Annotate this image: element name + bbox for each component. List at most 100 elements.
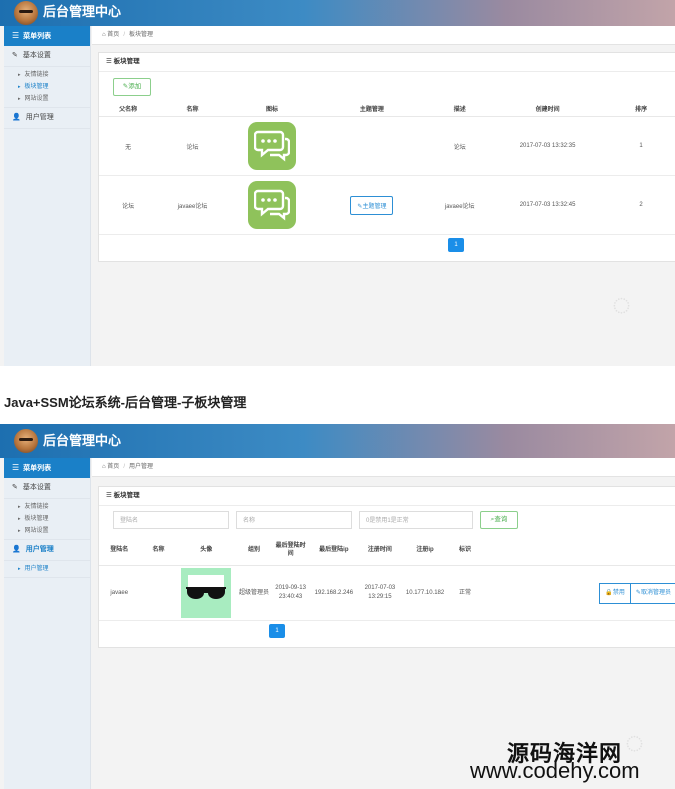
cell-reg-ip: 10.177.10.182 — [400, 565, 450, 621]
col-topic-mgmt: 主题管理 — [316, 100, 428, 117]
cell-order: 1 — [603, 116, 675, 176]
sunglasses-icon — [186, 575, 227, 599]
avatar-logo — [14, 429, 38, 453]
lock-icon: 🔒 — [605, 589, 613, 596]
cell-icon — [227, 175, 317, 235]
sidebar: ☰ 菜单列表 ✎ 基本设置 ▸ 友情链接 ▸ 板块管理 ▸ 网站设置 👤 用户管理 ▸ 用户管… — [4, 458, 91, 789]
name-input[interactable]: 名称 — [236, 511, 352, 529]
cell-order: 2 — [603, 175, 675, 235]
breadcrumb-current: 板块管理 — [128, 32, 153, 38]
cell-name: javaee论坛 — [157, 175, 228, 235]
col-icon: 图标 — [227, 100, 317, 117]
user-avatar — [181, 568, 232, 618]
breadcrumb-home[interactable]: 首页 — [107, 32, 119, 38]
menu-icon: ☰ — [12, 31, 20, 40]
menu-icon: ☰ — [12, 463, 20, 472]
cell-flag: 正常 — [449, 565, 481, 621]
col-reg-ip: 注册ip — [400, 535, 450, 566]
top-header: 后台管理中心 — [0, 424, 675, 458]
screenshot-forum-board-management: 后台管理中心 ☰ 菜单列表 ✎ 基本设置 ▸ 友情链接 ▸ 板块管理 ▸ 网站设置 👤 用户… — [0, 0, 675, 366]
query-button[interactable]: ⌕查询 — [480, 511, 518, 529]
sidebar-item-users[interactable]: ▸ 用户管理 — [4, 563, 90, 575]
edit-icon: ✎ — [12, 52, 18, 59]
breadcrumb-current: 用户管理 — [128, 464, 153, 470]
pagination-page-1[interactable]: 1 — [269, 624, 285, 638]
list-icon: ☰ — [106, 492, 114, 499]
col-last-login-ip: 最后登陆ip — [308, 535, 360, 566]
menu-list-header: ☰ 菜单列表 — [4, 26, 90, 46]
col-reg-time: 注册时间 — [359, 535, 401, 566]
board-panel: ☰ 板块管理 ✎添加 父名称 名称 图标 主题管理 描述 创建时间 排序 无 论… — [98, 52, 675, 262]
breadcrumb: ⌂ 首页 / 用户管理 — [92, 458, 675, 477]
col-parent: 父名称 — [99, 100, 158, 117]
col-name: 名称 — [157, 100, 228, 117]
pagination-page-1[interactable]: 1 — [448, 238, 464, 252]
sidebar-item-site-settings[interactable]: ▸ 网站设置 — [4, 93, 90, 105]
chevron-right-icon: ▸ — [18, 84, 21, 90]
breadcrumb: ⌂ 首页 / 板块管理 — [92, 26, 675, 45]
status-input[interactable]: 0是禁用1是正常 — [359, 511, 473, 529]
cell-last-login-time: 2019-09-13 23:40:43 — [272, 565, 309, 621]
col-group: 组别 — [235, 535, 273, 566]
col-actions: 操作 — [480, 535, 675, 566]
cell-name — [139, 565, 178, 621]
chevron-right-icon: ▸ — [18, 566, 21, 572]
col-login: 登陆名 — [99, 535, 140, 566]
list-icon: ☰ — [106, 58, 114, 65]
user-icon: 👤 — [12, 546, 21, 553]
col-created: 创建时间 — [491, 100, 604, 117]
sidebar-item-site-settings[interactable]: ▸ 网站设置 — [4, 525, 90, 537]
cell-desc: javaee论坛 — [427, 175, 492, 235]
col-desc: 描述 — [427, 100, 492, 117]
col-flag: 标识 — [449, 535, 481, 566]
table-row: 无 论坛 论坛 2017-07-03 13:32:35 1 — [99, 116, 675, 176]
chevron-right-icon: ▸ — [18, 528, 21, 534]
cell-actions: 🔒禁用✎取消管理员✎修 — [480, 565, 675, 621]
faint-wechat-icon: ◌ — [612, 286, 632, 322]
add-board-button[interactable]: ✎添加 — [113, 78, 151, 96]
cell-desc: 论坛 — [427, 116, 492, 176]
user-table: 登陆名 名称 头像 组别 最后登陆时间 最后登陆ip 注册时间 注册ip 标识 … — [99, 535, 675, 621]
table-header-row: 父名称 名称 图标 主题管理 描述 创建时间 排序 — [99, 100, 675, 117]
caption: Java+SSM论坛系统-后台管理-子板块管理 — [4, 395, 247, 410]
col-last-login-time: 最后登陆时间 — [272, 535, 309, 566]
sidebar-item-links[interactable]: ▸ 友情链接 — [4, 501, 90, 513]
app-title: 后台管理中心 — [43, 4, 122, 19]
edit-icon: ✎ — [12, 484, 18, 491]
cell-group: 超级管理员 — [235, 565, 273, 621]
panel-title: ☰ 板块管理 — [99, 487, 675, 506]
app-title: 后台管理中心 — [43, 433, 122, 448]
topic-management-button[interactable]: ✎主题管理 — [350, 195, 394, 215]
breadcrumb-home[interactable]: 首页 — [107, 464, 119, 470]
sidebar-group-basic-settings[interactable]: ✎ 基本设置 — [4, 478, 90, 499]
revoke-admin-button[interactable]: ✎取消管理员 — [629, 582, 675, 604]
home-icon: ⌂ — [102, 464, 106, 470]
disable-button[interactable]: 🔒禁用 — [599, 582, 631, 604]
sidebar-group-basic-settings[interactable]: ✎ 基本设置 — [4, 46, 90, 67]
home-icon: ⌂ — [102, 32, 106, 38]
cell-name: 论坛 — [157, 116, 228, 176]
col-order: 排序 — [603, 100, 675, 117]
cell-avatar — [177, 565, 236, 621]
menu-list-header: ☰ 菜单列表 — [4, 458, 90, 478]
panel-title: ☰ 板块管理 — [99, 53, 675, 72]
top-header: 后台管理中心 — [0, 0, 675, 26]
sidebar-group-user-management[interactable]: 👤 用户管理 — [4, 108, 90, 129]
col-avatar: 头像 — [177, 535, 236, 566]
cell-created: 2017-07-03 13:32:35 — [491, 116, 604, 176]
sidebar-group-user-management[interactable]: 👤 用户管理 — [4, 540, 90, 561]
sidebar-item-boards[interactable]: ▸ 板块管理 — [4, 81, 90, 93]
chevron-right-icon: ▸ — [18, 516, 21, 522]
avatar-logo — [14, 1, 38, 25]
sidebar: ☰ 菜单列表 ✎ 基本设置 ▸ 友情链接 ▸ 板块管理 ▸ 网站设置 👤 用户管理 — [4, 26, 91, 366]
chevron-right-icon: ▸ — [18, 504, 21, 510]
sidebar-item-boards[interactable]: ▸ 板块管理 — [4, 513, 90, 525]
col-name: 名称 — [139, 535, 178, 566]
cell-parent: 无 — [99, 116, 158, 176]
table-row: 论坛 javaee论坛 ✎主题管理 javaee论坛 2017-07-03 13… — [99, 175, 675, 235]
login-name-input[interactable]: 登陆名 — [113, 511, 229, 529]
chat-bubble-icon — [248, 122, 297, 170]
cell-topic-mgmt — [316, 116, 428, 176]
sidebar-item-links[interactable]: ▸ 友情链接 — [4, 69, 90, 81]
table-row: javaee 超级管理员 2019-09-13 23:40:43 192.168… — [99, 565, 675, 621]
